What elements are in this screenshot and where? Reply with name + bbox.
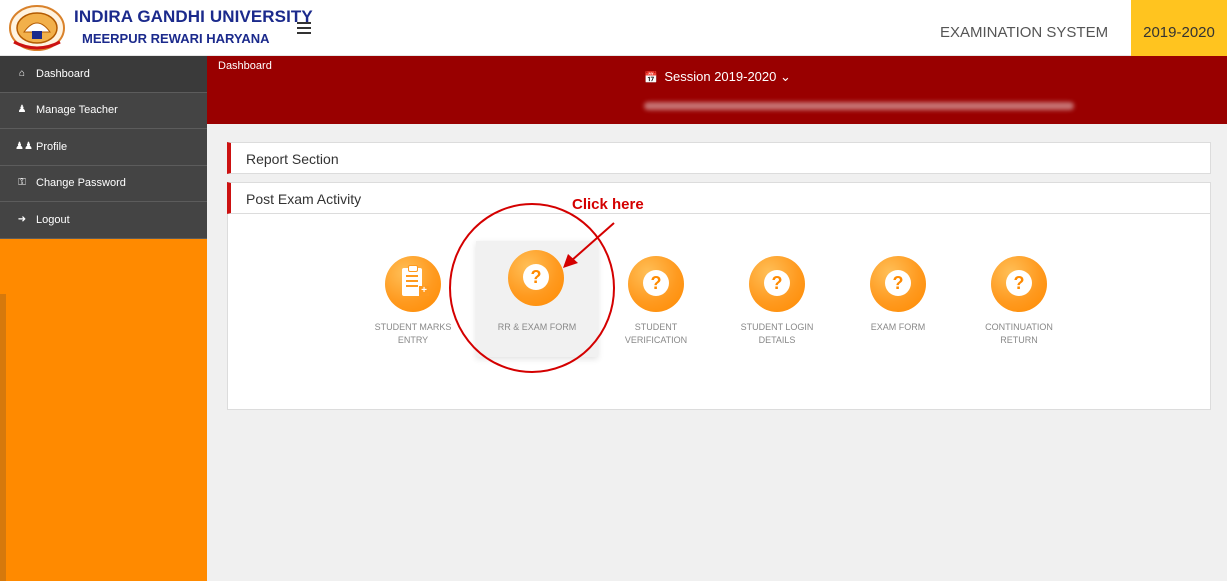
session-dropdown[interactable]: 📅 Session 2019-2020 ⌄ — [644, 69, 791, 85]
page-banner: Dashboard 📅 Session 2019-2020 ⌄ — [207, 56, 1227, 124]
clipboard-plus-icon: + — [385, 256, 441, 312]
tile-label: STUDENT MARKS ENTRY — [374, 322, 452, 345]
sidebar-item-manage-teacher[interactable]: ♟ Manage Teacher — [0, 93, 207, 129]
user-plus-icon: ♟ — [17, 104, 27, 116]
tile-label: CONTINUATION RETURN — [985, 322, 1053, 345]
sidebar-edge-strip — [0, 294, 6, 581]
breadcrumb[interactable]: Dashboard — [218, 60, 272, 72]
question-bubble-icon: ? — [749, 256, 805, 312]
sidebar: ⌂ Dashboard ♟ Manage Teacher ♟♟ Profile … — [0, 56, 207, 581]
sidebar-nav: ⌂ Dashboard ♟ Manage Teacher ♟♟ Profile … — [0, 56, 207, 239]
session-label: Session 2019-2020 — [664, 69, 777, 84]
top-header: INDIRA GANDHI UNIVERSITY MEERPUR REWARI … — [0, 0, 1227, 56]
tile-label: EXAM FORM — [870, 322, 926, 332]
sidebar-item-logout[interactable]: ➜ Logout — [0, 202, 207, 239]
key-icon: ⚿ — [18, 177, 26, 189]
home-icon: ⌂ — [18, 67, 26, 79]
question-bubble-icon: ? — [628, 256, 684, 312]
university-location: MEERPUR REWARI HARYANA — [82, 31, 270, 46]
menu-toggle-icon[interactable] — [297, 22, 311, 34]
year-badge: 2019-2020 — [1131, 0, 1227, 56]
question-bubble-icon: ? — [870, 256, 926, 312]
tile-label: STUDENT LOGIN DETAILS — [740, 322, 814, 345]
users-icon: ♟♟ — [15, 140, 33, 152]
chevron-down-icon: ⌄ — [779, 69, 791, 84]
sidebar-item-change-password[interactable]: ⚿ Change Password — [0, 166, 207, 202]
sidebar-item-label: Logout — [36, 213, 70, 226]
page: INDIRA GANDHI UNIVERSITY MEERPUR REWARI … — [0, 0, 1227, 581]
sidebar-item-label: Profile — [36, 140, 68, 153]
question-bubble-icon: ? — [508, 250, 564, 306]
sidebar-item-profile[interactable]: ♟♟ Profile — [0, 129, 207, 166]
university-name: INDIRA GANDHI UNIVERSITY — [74, 7, 313, 26]
post-exam-section-header[interactable]: Post Exam Activity — [227, 182, 1211, 214]
post-exam-section-body — [227, 214, 1211, 410]
sign-out-icon: ➜ — [17, 213, 27, 225]
section-title: Post Exam Activity — [246, 191, 362, 207]
redacted-college-name — [644, 102, 1074, 110]
tile-label: RR & EXAM FORM — [497, 322, 577, 332]
tile-label: STUDENT VERIFICATION — [624, 322, 688, 345]
click-here-annotation: Click here — [572, 196, 644, 213]
system-title: EXAMINATION SYSTEM — [940, 24, 1109, 41]
university-logo — [9, 5, 65, 51]
report-section-header[interactable]: Report Section — [227, 142, 1211, 174]
sidebar-item-dashboard[interactable]: ⌂ Dashboard — [0, 56, 207, 93]
section-title: Report Section — [246, 151, 339, 167]
sidebar-item-label: Change Password — [36, 177, 126, 190]
sidebar-item-label: Dashboard — [36, 67, 90, 80]
calendar-icon: 📅 — [644, 72, 658, 84]
sidebar-item-label: Manage Teacher — [36, 104, 118, 117]
question-bubble-icon: ? — [991, 256, 1047, 312]
